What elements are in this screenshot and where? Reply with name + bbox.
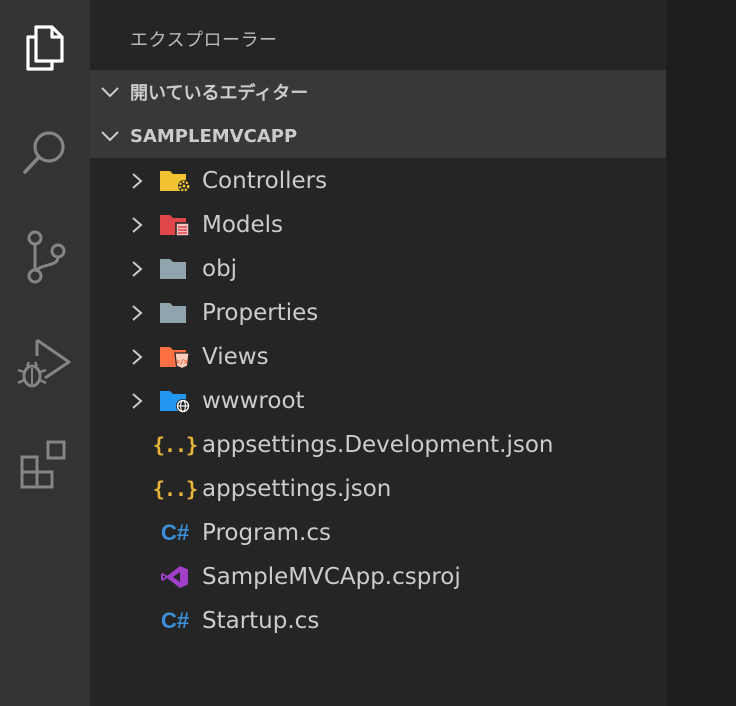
- tree-item-appsettings-development-json[interactable]: {..} appsettings.Development.json: [90, 423, 666, 467]
- source-control-icon: [27, 230, 66, 284]
- tree-item-label: appsettings.Development.json: [202, 432, 554, 458]
- extensions-button[interactable]: [0, 424, 90, 504]
- folder-icon: [158, 300, 192, 326]
- source-control-button[interactable]: [0, 217, 90, 297]
- tree-item-label: SampleMVCApp.csproj: [202, 564, 461, 590]
- chevron-right-icon: [132, 349, 143, 365]
- activity-bar: [0, 0, 90, 706]
- csharp-icon: C#: [160, 520, 190, 545]
- tree-item-label: obj: [202, 256, 238, 282]
- tree-item-properties[interactable]: Properties: [90, 291, 666, 335]
- run-debug-button[interactable]: [0, 322, 90, 402]
- tree-item-controllers[interactable]: Controllers: [90, 159, 666, 203]
- tree-item-samplemvcapp-csproj[interactable]: SampleMVCApp.csproj: [90, 555, 666, 599]
- search-icon: [23, 131, 65, 174]
- chevron-down-icon: [101, 87, 119, 98]
- tree-item-appsettings-json[interactable]: {..} appsettings.json: [90, 467, 666, 511]
- chevron-right-icon: [132, 393, 143, 409]
- tree-item-views[interactable]: </> Views: [90, 335, 666, 379]
- tree-item-wwwroot[interactable]: wwwroot: [90, 379, 666, 423]
- run-debug-icon: [17, 338, 71, 388]
- tree-item-models[interactable]: Models: [90, 203, 666, 247]
- folder-www-icon: [158, 388, 192, 414]
- tree-item-label: wwwroot: [202, 388, 305, 414]
- explorer-button[interactable]: [0, 8, 90, 88]
- editor-area: [666, 0, 736, 706]
- tree-item-label: Program.cs: [202, 520, 331, 546]
- tree-item-label: Models: [202, 212, 284, 238]
- chevron-right-icon: [132, 173, 143, 189]
- json-icon: {..}: [152, 433, 198, 457]
- tree-item-label: Views: [202, 344, 269, 370]
- section-label: SAMPLEMVCAPP: [130, 125, 298, 147]
- tree-item-label: Controllers: [202, 168, 328, 194]
- vscode-window: エクスプローラー 開いているエディター SAMPLEMVCAPP Control…: [0, 0, 736, 706]
- tree-item-program-cs[interactable]: C# Program.cs: [90, 511, 666, 555]
- folder-controllers-icon: [158, 168, 192, 194]
- chevron-right-icon: [132, 261, 143, 277]
- json-icon: {..}: [152, 477, 198, 501]
- folder-icon: [158, 256, 192, 282]
- tree-item-startup-cs[interactable]: C# Startup.cs: [90, 599, 666, 643]
- explorer-sidebar: エクスプローラー 開いているエディター SAMPLEMVCAPP Control…: [90, 0, 666, 706]
- tree-item-label: Properties: [202, 300, 319, 326]
- open-editors-section-header[interactable]: 開いているエディター: [90, 70, 666, 114]
- file-tree: Controllers Models obj Properties </> Vi…: [90, 159, 666, 643]
- search-button[interactable]: [0, 112, 90, 192]
- extensions-icon: [20, 440, 66, 489]
- csharp-icon: C#: [160, 608, 190, 633]
- chevron-right-icon: [132, 217, 143, 233]
- chevron-down-icon: [101, 131, 119, 142]
- chevron-right-icon: [132, 305, 143, 321]
- workspace-section-header[interactable]: SAMPLEMVCAPP: [90, 114, 666, 158]
- section-label: 開いているエディター: [130, 83, 309, 104]
- folder-views-icon: </>: [158, 344, 192, 370]
- sidebar-title: エクスプローラー: [130, 30, 278, 51]
- folder-models-icon: [158, 212, 192, 238]
- svg-text:</>: </>: [176, 358, 189, 366]
- files-icon: [26, 25, 64, 71]
- visual-studio-icon: [158, 564, 192, 590]
- tree-item-label: Startup.cs: [202, 608, 320, 634]
- tree-item-label: appsettings.json: [202, 476, 392, 502]
- tree-item-obj[interactable]: obj: [90, 247, 666, 291]
